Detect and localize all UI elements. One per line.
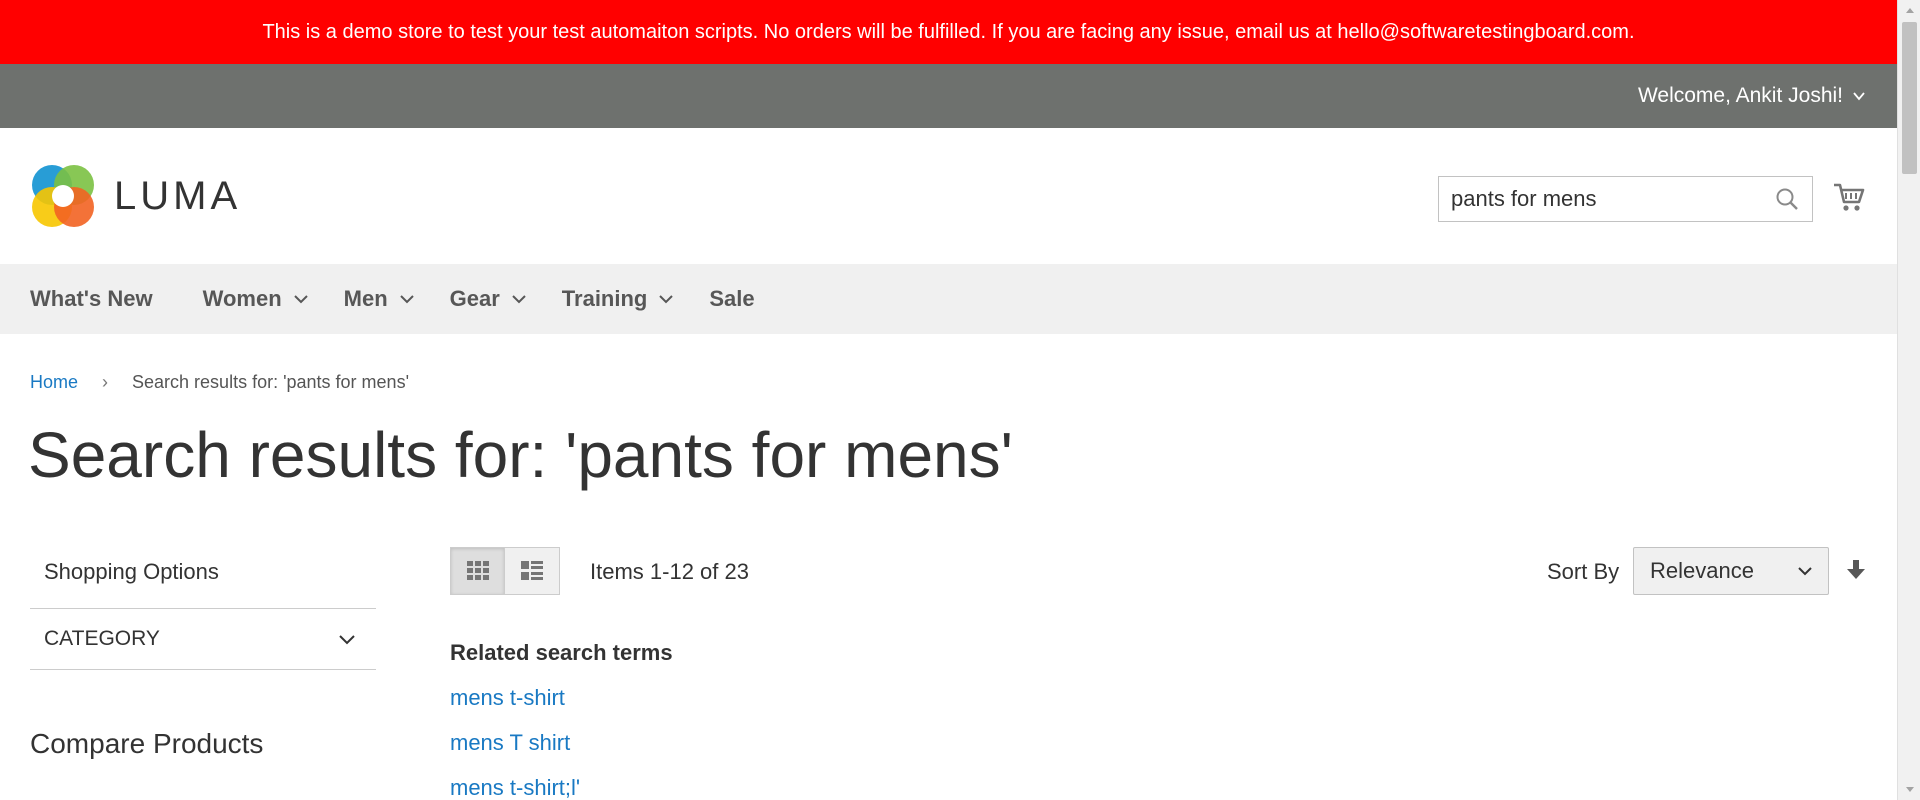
items-count: Items 1-12 of 23 [590,559,749,584]
luma-logo[interactable]: LUMA [30,163,241,229]
shopping-options-title: Shopping Options [44,559,219,584]
demo-notice-text: This is a demo store to test your test a… [262,20,1635,43]
main-navigation: What's New Women Men Gear Training Sale [0,264,1897,334]
search-input[interactable]: pants for mens [1451,186,1774,212]
sort-by-label: Sort By [1547,559,1620,584]
cart-icon[interactable] [1832,180,1866,214]
list-icon [521,561,543,580]
sidebar: Shopping Options CATEGORY Compare Produc… [30,548,376,760]
scroll-up-arrow-icon[interactable] [1898,0,1920,20]
nav-item-training[interactable]: Training [562,286,676,312]
related-search-terms: Related search terms mens t-shirt mens T… [450,640,673,800]
welcome-text: Welcome, Ankit Joshi! [1637,84,1843,107]
chevron-down-icon [1853,92,1865,101]
related-term-link[interactable]: mens T shirt [450,731,673,776]
page-title: Search results for: 'pants for mens' [28,419,1013,491]
chevron-down-icon [512,295,526,304]
breadcrumb-current: Search results for: 'pants for mens' [132,372,410,392]
page: This is a demo store to test your test a… [0,0,1897,800]
filter-category-label: CATEGORY [44,627,160,650]
chevron-down-icon [293,295,308,304]
site-header: LUMA pants for mens [0,128,1897,264]
nav-item-whats-new[interactable]: What's New [30,286,153,312]
customer-welcome-menu[interactable]: Welcome, Ankit Joshi! [1638,84,1867,108]
chevron-down-icon [1798,567,1812,576]
grid-view-button[interactable] [450,547,505,595]
sort-by-select[interactable]: Relevance [1633,547,1829,595]
scroll-down-arrow-icon[interactable] [1898,780,1920,800]
chevron-right-icon: › [102,372,109,392]
search-icon[interactable] [1774,186,1800,212]
grid-icon [466,561,489,580]
top-bar: Welcome, Ankit Joshi! [0,64,1897,128]
view-mode-switcher [450,547,560,595]
search-box[interactable]: pants for mens [1438,176,1813,222]
breadcrumb-home-link[interactable]: Home [30,372,78,393]
list-view-button[interactable] [505,547,560,595]
nav-item-women[interactable]: Women [203,286,310,312]
nav-label: What's New [30,286,153,311]
products-toolbar: Items 1-12 of 23 Sort By Relevance [450,547,1866,595]
nav-item-men[interactable]: Men [344,286,416,312]
sort-direction-arrow-down-icon[interactable] [1844,558,1868,582]
nav-label: Men [343,286,388,311]
related-term-link[interactable]: mens t-shirt [450,686,673,731]
related-search-title: Related search terms [450,640,673,665]
scrollbar-thumb[interactable] [1902,22,1917,174]
luma-logo-icon [32,165,94,227]
compare-products-title: Compare Products [30,728,264,759]
nav-label: Training [561,286,648,311]
related-term-link[interactable]: mens t-shirt;l' [450,776,673,800]
nav-item-sale[interactable]: Sale [709,286,754,312]
page-scrollbar[interactable] [1897,0,1920,800]
logo-text: LUMA [114,173,242,218]
chevron-down-icon [659,295,674,304]
nav-item-gear[interactable]: Gear [450,286,528,312]
chevron-down-icon [399,295,414,304]
nav-label: Gear [449,286,500,311]
demo-notice-banner: This is a demo store to test your test a… [0,0,1897,64]
nav-label: Sale [709,286,755,311]
chevron-down-icon [339,635,355,645]
nav-label: Women [202,286,282,311]
filter-category-toggle[interactable]: CATEGORY [30,608,376,670]
sort-selected-value: Relevance [1650,558,1754,583]
breadcrumb: Home › Search results for: 'pants for me… [30,372,409,393]
